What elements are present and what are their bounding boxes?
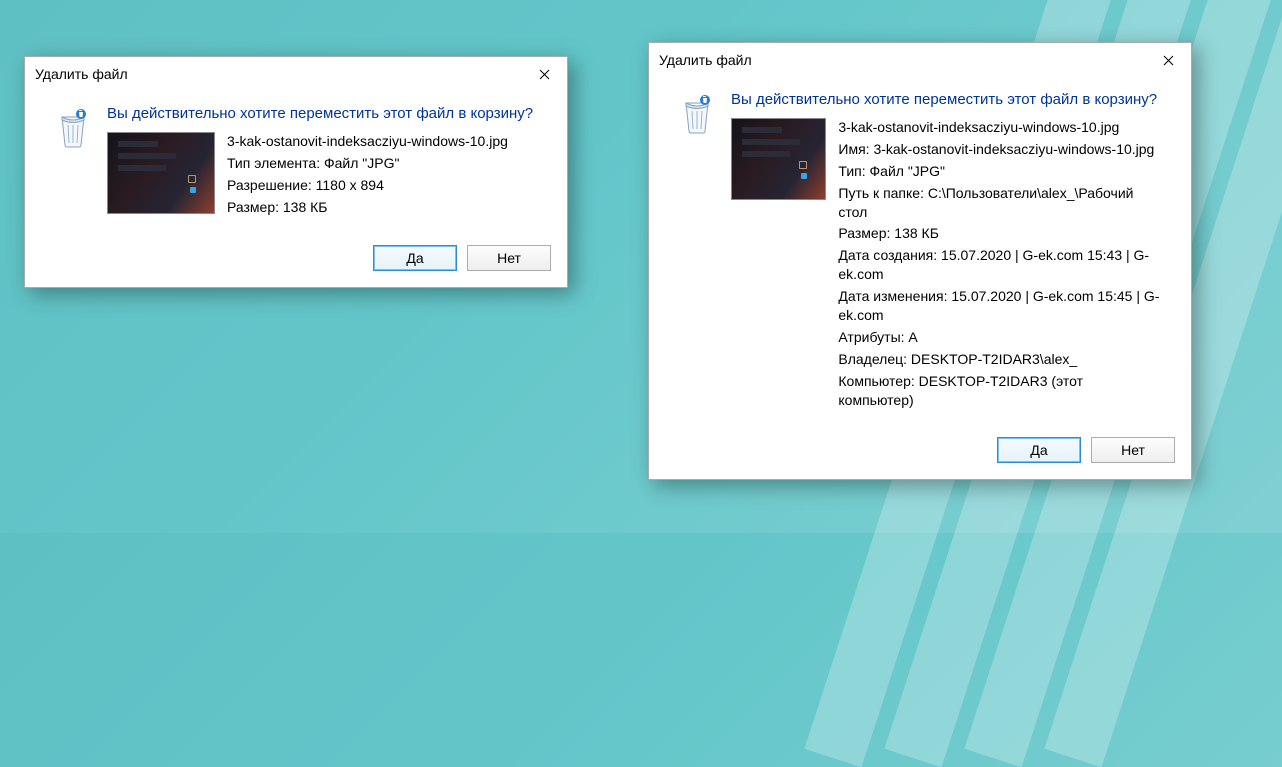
button-bar: Да Нет bbox=[649, 427, 1191, 479]
recycle-bin-icon bbox=[679, 91, 715, 135]
close-icon bbox=[1163, 55, 1174, 66]
titlebar: Удалить файл bbox=[25, 57, 567, 91]
delete-file-dialog-compact: Удалить файл Вы действительно хотите пер… bbox=[24, 56, 568, 288]
no-button[interactable]: Нет bbox=[1091, 437, 1175, 463]
file-name: 3-kak-ostanovit-indeksacziyu-windows-10.… bbox=[838, 118, 1161, 137]
file-created: Дата создания: 15.07.2020 | G-ek.com 15:… bbox=[838, 246, 1161, 284]
confirmation-question: Вы действительно хотите переместить этот… bbox=[107, 105, 537, 122]
close-button[interactable] bbox=[521, 57, 567, 91]
window-title: Удалить файл bbox=[35, 66, 521, 82]
close-button[interactable] bbox=[1145, 43, 1191, 77]
delete-file-dialog-detailed: Удалить файл Вы действительно хотите пер… bbox=[648, 42, 1192, 480]
window-title: Удалить файл bbox=[659, 52, 1145, 68]
button-bar: Да Нет bbox=[25, 235, 567, 287]
recycle-bin-icon bbox=[55, 105, 91, 149]
file-name: 3-kak-ostanovit-indeksacziyu-windows-10.… bbox=[227, 132, 508, 151]
file-size: Размер: 138 КБ bbox=[838, 224, 1161, 243]
yes-button[interactable]: Да bbox=[373, 245, 457, 271]
file-owner: Владелец: DESKTOP-T2IDAR3\alex_ bbox=[838, 350, 1161, 369]
file-attributes: Атрибуты: A bbox=[838, 328, 1161, 347]
file-resolution: Разрешение: 1180 x 894 bbox=[227, 176, 508, 195]
titlebar: Удалить файл bbox=[649, 43, 1191, 77]
confirmation-question: Вы действительно хотите переместить этот… bbox=[731, 91, 1161, 108]
file-type: Тип элемента: Файл "JPG" bbox=[227, 154, 508, 173]
file-path: Путь к папке: C:\Пользователи\alex_\Рабо… bbox=[838, 184, 1161, 222]
file-thumbnail bbox=[731, 118, 826, 200]
close-icon bbox=[539, 69, 550, 80]
file-modified: Дата изменения: 15.07.2020 | G-ek.com 15… bbox=[838, 287, 1161, 325]
file-name-label: Имя: 3-kak-ostanovit-indeksacziyu-window… bbox=[838, 140, 1161, 159]
no-button[interactable]: Нет bbox=[467, 245, 551, 271]
file-computer: Компьютер: DESKTOP-T2IDAR3 (этот компьют… bbox=[838, 372, 1161, 410]
file-type: Тип: Файл "JPG" bbox=[838, 162, 1161, 181]
file-thumbnail bbox=[107, 132, 215, 214]
yes-button[interactable]: Да bbox=[997, 437, 1081, 463]
file-size: Размер: 138 КБ bbox=[227, 198, 508, 217]
